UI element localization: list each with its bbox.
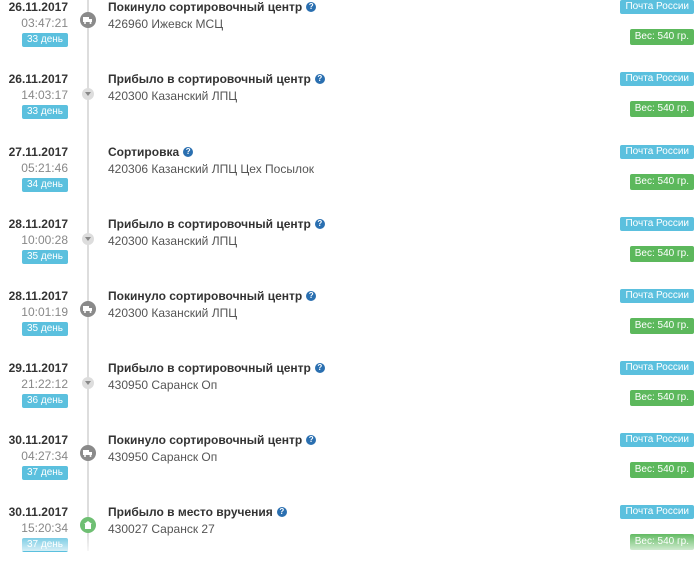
- truck-icon: [80, 301, 96, 317]
- day-badge: 36 день: [21, 394, 68, 408]
- event-place: 430950 Саранск Оп: [108, 378, 218, 392]
- day-badge: 35 день: [21, 250, 68, 264]
- event-date: 27.11.2017: [8, 145, 68, 159]
- event-place: 420306 Казанский ЛПЦ Цех Посылок: [108, 162, 315, 176]
- carrier-badge: Почта России: [620, 0, 694, 14]
- event-title: Покинуло сортировочный центр?: [108, 0, 317, 14]
- weight-badge: Вес: 540 гр.: [629, 101, 694, 117]
- event-time: 10:00:28: [21, 233, 68, 247]
- event-place: 420300 Казанский ЛПЦ: [108, 306, 238, 320]
- event-place: 420300 Казанский ЛПЦ: [108, 89, 238, 103]
- event-date: 28.11.2017: [8, 289, 68, 303]
- help-icon[interactable]: ?: [276, 507, 287, 517]
- event-title: Покинуло сортировочный центр?: [108, 433, 317, 447]
- event-place: 430027 Саранск 27: [108, 522, 215, 536]
- day-badge: 33 день: [21, 105, 68, 119]
- event-time: 15:20:34: [21, 521, 68, 535]
- help-icon[interactable]: ?: [183, 147, 194, 157]
- arrow-down-icon: [82, 88, 94, 100]
- event-time: 14:03:17: [21, 88, 68, 102]
- day-badge: 35 день: [21, 322, 68, 336]
- help-icon[interactable]: ?: [306, 435, 317, 445]
- event-row: 29.11.2017 21:22:12 36 день Прибыло в со…: [0, 361, 700, 433]
- event-title: Прибыло в сортировочный центр?: [108, 361, 325, 375]
- event-title: Прибыло в сортировочный центр?: [108, 72, 325, 86]
- day-badge: 33 день: [21, 33, 68, 47]
- day-badge: 34 день: [21, 178, 68, 192]
- help-icon[interactable]: ?: [314, 219, 325, 229]
- help-icon[interactable]: ?: [306, 291, 317, 301]
- post-office-icon: [80, 517, 96, 533]
- weight-badge: Вес: 540 гр.: [629, 246, 694, 262]
- arrow-down-icon: [82, 377, 94, 389]
- help-icon[interactable]: ?: [314, 74, 325, 84]
- event-row: 26.11.2017 03:47:21 33 день Покинуло сор…: [0, 0, 700, 72]
- carrier-badge: Почта России: [620, 72, 694, 86]
- event-time: 10:01:19: [21, 305, 68, 319]
- weight-badge: Вес: 540 гр.: [629, 318, 694, 334]
- event-row: 27.11.2017 05:21:46 34 день Сортировка? …: [0, 145, 700, 217]
- event-row: 28.11.2017 10:01:19 35 день Покинуло сор…: [0, 289, 700, 361]
- weight-badge: Вес: 540 гр.: [629, 462, 694, 478]
- help-icon[interactable]: ?: [314, 363, 325, 373]
- event-time: 21:22:12: [21, 377, 68, 391]
- carrier-badge: Почта России: [620, 217, 694, 231]
- event-place: 426960 Ижевск МСЦ: [108, 17, 224, 31]
- day-badge: 37 день: [21, 466, 68, 480]
- event-date: 28.11.2017: [8, 217, 68, 231]
- carrier-badge: Почта России: [620, 289, 694, 303]
- truck-icon: [80, 445, 96, 461]
- carrier-badge: Почта России: [620, 145, 694, 159]
- arrow-down-icon: [82, 233, 94, 245]
- weight-badge: Вес: 540 гр.: [629, 534, 694, 550]
- carrier-badge: Почта России: [620, 361, 694, 375]
- weight-badge: Вес: 540 гр.: [629, 390, 694, 406]
- event-time: 03:47:21: [21, 16, 68, 30]
- event-time: 04:27:34: [21, 449, 68, 463]
- event-title: Покинуло сортировочный центр?: [108, 289, 317, 303]
- event-date: 30.11.2017: [8, 433, 68, 447]
- day-badge: 37 день: [21, 538, 68, 552]
- event-date: 30.11.2017: [8, 505, 68, 519]
- event-title: Прибыло в место вручения?: [108, 505, 287, 519]
- tracking-timeline: 26.11.2017 03:47:21 33 день Покинуло сор…: [0, 0, 700, 552]
- event-date: 26.11.2017: [8, 0, 68, 14]
- event-title: Прибыло в сортировочный центр?: [108, 217, 325, 231]
- event-place: 430950 Саранск Оп: [108, 450, 218, 464]
- event-title: Сортировка?: [108, 145, 194, 159]
- event-date: 26.11.2017: [8, 72, 68, 86]
- event-row: 26.11.2017 14:03:17 33 день Прибыло в со…: [0, 72, 700, 144]
- event-time: 05:21:46: [21, 161, 68, 175]
- carrier-badge: Почта России: [620, 505, 694, 519]
- event-place: 420300 Казанский ЛПЦ: [108, 234, 238, 248]
- event-row: 30.11.2017 15:20:34 37 день Прибыло в ме…: [0, 505, 700, 577]
- weight-badge: Вес: 540 гр.: [629, 29, 694, 45]
- event-date: 29.11.2017: [8, 361, 68, 375]
- weight-badge: Вес: 540 гр.: [629, 174, 694, 190]
- event-row: 30.11.2017 04:27:34 37 день Покинуло сор…: [0, 433, 700, 505]
- carrier-badge: Почта России: [620, 433, 694, 447]
- help-icon[interactable]: ?: [306, 2, 317, 12]
- truck-icon: [80, 12, 96, 28]
- event-row: 28.11.2017 10:00:28 35 день Прибыло в со…: [0, 217, 700, 289]
